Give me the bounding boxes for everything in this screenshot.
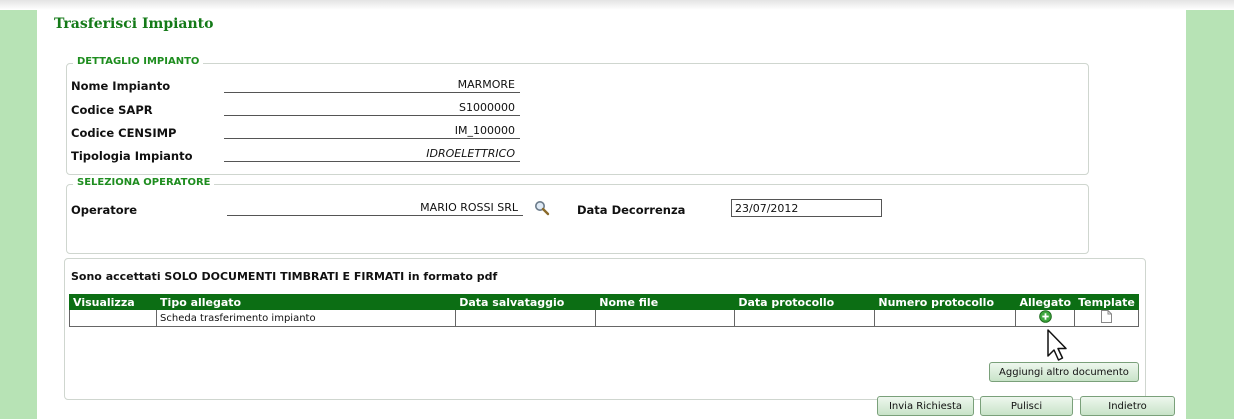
col-data-salvataggio: Data salvataggio bbox=[455, 294, 597, 310]
pulisci-button[interactable]: Pulisci bbox=[980, 396, 1073, 416]
cell-data-salvataggio bbox=[455, 309, 597, 327]
operatore-value: MARIO ROSSI SRL bbox=[227, 199, 523, 216]
data-decorrenza-label: Data Decorrenza bbox=[577, 203, 686, 217]
magnifier-icon[interactable] bbox=[534, 200, 550, 216]
tipologia-impianto-value: IDROELETTRICO bbox=[224, 145, 520, 162]
codice-censimp-value: IM_100000 bbox=[224, 122, 520, 139]
col-data-protocollo: Data protocollo bbox=[734, 294, 876, 310]
codice-sapr-label: Codice SAPR bbox=[71, 103, 153, 117]
add-document-button[interactable]: Aggiungi altro documento bbox=[989, 362, 1139, 382]
mouse-cursor-icon bbox=[1046, 328, 1070, 364]
add-attachment-icon[interactable] bbox=[1038, 310, 1052, 326]
col-template: Template bbox=[1074, 294, 1139, 310]
section-legend: DETTAGLIO IMPIANTO bbox=[73, 56, 204, 67]
col-tipo-allegato: Tipo allegato bbox=[156, 294, 457, 310]
main-panel: Trasferisci Impianto DETTAGLIO IMPIANTO … bbox=[37, 10, 1186, 419]
cell-tipo-allegato: Scheda trasferimento impianto bbox=[156, 309, 457, 327]
cell-numero-protocollo bbox=[874, 309, 1017, 327]
cell-nome-file bbox=[595, 309, 736, 327]
codice-censimp-label: Codice CENSIMP bbox=[71, 126, 177, 140]
nome-impianto-value: MARMORE bbox=[224, 76, 520, 93]
allegati-table: Visualizza Tipo allegato Data salvataggi… bbox=[68, 294, 1139, 327]
invia-richiesta-button[interactable]: Invia Richiesta bbox=[877, 396, 974, 416]
operatore-label: Operatore bbox=[71, 203, 138, 217]
col-visualizza: Visualizza bbox=[68, 294, 158, 310]
data-decorrenza-input[interactable]: 23/07/2012 bbox=[731, 199, 882, 217]
tipologia-impianto-label: Tipologia Impianto bbox=[71, 149, 193, 163]
cell-template bbox=[1074, 309, 1139, 327]
cell-allegato bbox=[1015, 309, 1076, 327]
table-row: Scheda trasferimento impianto bbox=[68, 309, 1139, 327]
section-legend: SELEZIONA OPERATORE bbox=[73, 177, 215, 188]
top-fade bbox=[0, 0, 1234, 10]
right-side-band bbox=[1186, 10, 1234, 419]
cell-visualizza bbox=[68, 309, 158, 327]
document-icon[interactable] bbox=[1101, 310, 1113, 326]
table-header-row: Visualizza Tipo allegato Data salvataggi… bbox=[68, 294, 1139, 310]
dettaglio-impianto-section: DETTAGLIO IMPIANTO bbox=[66, 56, 1089, 175]
page-title: Trasferisci Impianto bbox=[54, 16, 214, 32]
col-allegato: Allegato bbox=[1015, 294, 1076, 310]
nome-impianto-label: Nome Impianto bbox=[71, 79, 171, 93]
allegati-note: Sono accettati SOLO DOCUMENTI TIMBRATI E… bbox=[71, 270, 498, 283]
cell-data-protocollo bbox=[734, 309, 876, 327]
codice-sapr-value: S1000000 bbox=[224, 99, 520, 116]
seleziona-operatore-section: SELEZIONA OPERATORE bbox=[66, 177, 1089, 254]
col-nome-file: Nome file bbox=[595, 294, 736, 310]
col-numero-protocollo: Numero protocollo bbox=[874, 294, 1017, 310]
left-side-band bbox=[0, 10, 37, 419]
indietro-button[interactable]: Indietro bbox=[1080, 396, 1175, 416]
